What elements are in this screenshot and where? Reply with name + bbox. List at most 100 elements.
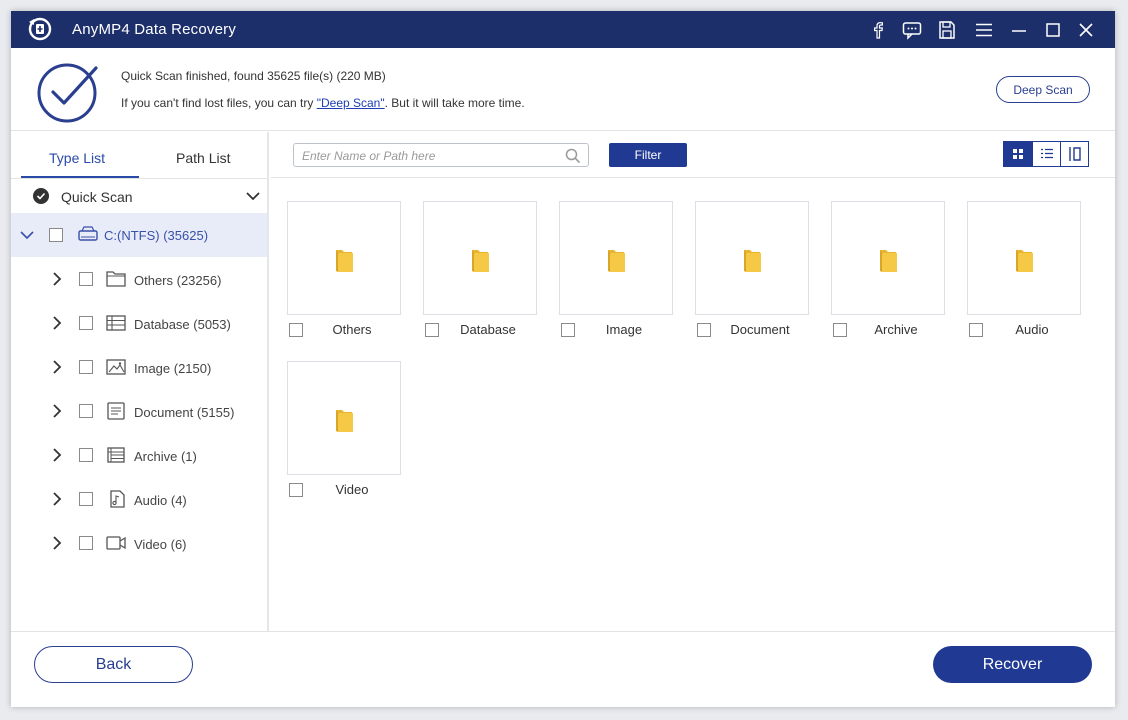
sidebar-tabs: Type List Path List (11, 132, 267, 178)
tile-thumbnail[interactable] (559, 201, 673, 315)
tile-checkbox[interactable] (561, 323, 575, 337)
minimize-icon[interactable] (1007, 18, 1031, 42)
tile-label: Document (730, 322, 790, 337)
deep-scan-button[interactable]: Deep Scan (996, 76, 1090, 103)
category-checkbox[interactable] (79, 536, 93, 550)
tree-item-label: Document (5155) (134, 405, 235, 420)
back-button[interactable]: Back (34, 646, 193, 683)
drive-icon (78, 226, 98, 241)
folder-icon (741, 246, 763, 279)
category-tile[interactable]: Audio (967, 201, 1083, 341)
category-tile[interactable]: Video (287, 361, 403, 501)
tree-item-label: Others (23256) (134, 273, 222, 288)
tile-label: Others (332, 322, 372, 337)
folder-icon (877, 246, 899, 279)
tree-row[interactable]: Document (5155) (11, 389, 267, 433)
view-mode-toggle (1003, 141, 1089, 167)
scan-complete-check-icon (37, 63, 98, 123)
search-icon[interactable] (565, 148, 581, 164)
drive-label: C:(NTFS) (35625) (104, 228, 209, 243)
chevron-right-icon[interactable] (50, 404, 64, 418)
file-type-grid: Others Database Image Document Archive Audio V… (271, 178, 1115, 631)
tile-thumbnail[interactable] (695, 201, 809, 315)
list-view-icon[interactable] (1032, 142, 1060, 166)
tile-label: Video (335, 482, 369, 497)
app-title: AnyMP4 Data Recovery (72, 21, 237, 38)
tile-thumbnail[interactable] (967, 201, 1081, 315)
menu-icon[interactable] (972, 18, 996, 42)
filter-button[interactable]: Filter (609, 143, 687, 167)
folder-icon (469, 246, 491, 279)
detail-view-icon[interactable] (1060, 142, 1088, 166)
tile-label: Archive (874, 322, 918, 337)
tile-checkbox[interactable] (425, 323, 439, 337)
app-logo-icon (28, 17, 52, 41)
feedback-icon[interactable] (900, 18, 924, 42)
category-checkbox[interactable] (79, 272, 93, 286)
folder-icon (105, 269, 127, 289)
category-tile[interactable]: Database (423, 201, 539, 341)
grid-view-icon[interactable] (1004, 142, 1032, 166)
tree-row[interactable]: Image (2150) (11, 345, 267, 389)
category-checkbox[interactable] (79, 404, 93, 418)
deep-scan-link[interactable]: "Deep Scan" (317, 96, 385, 110)
scan-result-header: Quick Scan finished, found 35625 file(s)… (11, 48, 1115, 131)
tree-item-label: Audio (4) (134, 493, 187, 508)
tile-checkbox[interactable] (833, 323, 847, 337)
drive-checkbox[interactable] (49, 228, 63, 242)
tree-item-label: Archive (1) (134, 449, 197, 464)
maximize-icon[interactable] (1041, 18, 1065, 42)
tile-thumbnail[interactable] (287, 201, 401, 315)
category-checkbox[interactable] (79, 492, 93, 506)
close-icon[interactable] (1074, 18, 1098, 42)
tab-type-list[interactable]: Type List (49, 150, 105, 166)
tree-row[interactable]: Others (23256) (11, 257, 267, 301)
tile-thumbnail[interactable] (423, 201, 537, 315)
tile-checkbox[interactable] (697, 323, 711, 337)
category-checkbox[interactable] (79, 316, 93, 330)
tile-thumbnail[interactable] (287, 361, 401, 475)
chevron-down-icon[interactable] (20, 228, 34, 242)
hint-suffix: . But it will take more time. (384, 96, 525, 110)
category-checkbox[interactable] (79, 448, 93, 462)
chevron-right-icon[interactable] (50, 360, 64, 374)
quick-scan-label: Quick Scan (61, 189, 133, 205)
tile-label: Database (460, 322, 516, 337)
category-tile[interactable]: Archive (831, 201, 947, 341)
tile-checkbox[interactable] (289, 483, 303, 497)
image-icon (105, 357, 127, 377)
chevron-right-icon[interactable] (50, 492, 64, 506)
chevron-right-icon[interactable] (50, 272, 64, 286)
search-input[interactable] (302, 147, 552, 164)
footer: Back Recover (11, 631, 1115, 707)
tree-item-label: Database (5053) (134, 317, 231, 332)
save-icon[interactable] (935, 18, 959, 42)
chevron-right-icon[interactable] (50, 536, 64, 550)
chevron-right-icon[interactable] (50, 316, 64, 330)
category-tile[interactable]: Document (695, 201, 811, 341)
quick-scan-dropdown[interactable]: Quick Scan (11, 179, 267, 213)
tree-row[interactable]: Audio (4) (11, 477, 267, 521)
tile-label: Image (605, 322, 643, 337)
tree-row[interactable]: Archive (1) (11, 433, 267, 477)
tree-item-label: Image (2150) (134, 361, 212, 376)
tab-path-list[interactable]: Path List (176, 150, 230, 166)
chevron-right-icon[interactable] (50, 448, 64, 462)
category-tile[interactable]: Others (287, 201, 403, 341)
tree-row-drive[interactable]: C:(NTFS) (35625) (11, 213, 267, 257)
tile-checkbox[interactable] (289, 323, 303, 337)
video-icon (105, 533, 127, 553)
facebook-icon[interactable] (866, 18, 890, 42)
tree-row[interactable]: Database (5053) (11, 301, 267, 345)
folder-icon (333, 406, 355, 439)
tree-row[interactable]: Video (6) (11, 521, 267, 565)
category-tile[interactable]: Image (559, 201, 675, 341)
category-checkbox[interactable] (79, 360, 93, 374)
recover-button[interactable]: Recover (933, 646, 1092, 683)
tile-checkbox[interactable] (969, 323, 983, 337)
tree-item-label: Video (6) (134, 537, 187, 552)
hint-prefix: If you can't find lost files, you can tr… (121, 96, 317, 110)
sidebar: Type List Path List Quick Scan C:(NTFS) … (11, 132, 269, 631)
tile-thumbnail[interactable] (831, 201, 945, 315)
app-window: AnyMP4 Data Recovery Quick Scan finished… (11, 11, 1115, 707)
